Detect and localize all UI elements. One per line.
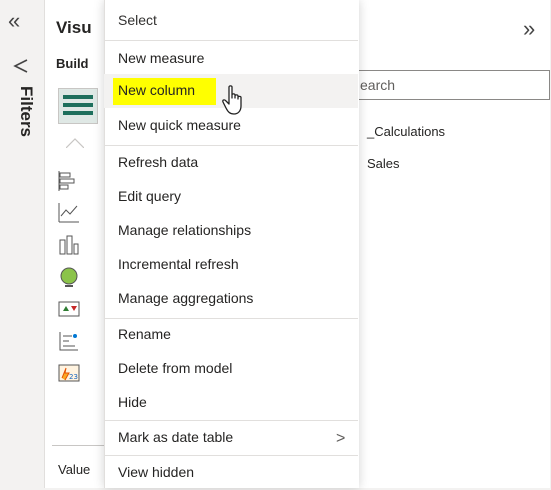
chevron-right-icon: >	[336, 430, 346, 447]
ribbon-chart-icon[interactable]	[56, 232, 82, 258]
line-chart-icon[interactable]	[56, 200, 82, 226]
search-placeholder: earch	[360, 77, 396, 93]
hand-cursor-icon	[222, 85, 242, 115]
menu-item-refresh-data[interactable]: Refresh data	[104, 146, 358, 180]
menu-item-mark-as-date-table[interactable]: Mark as date table	[104, 421, 358, 455]
filter-icon	[13, 59, 28, 73]
table-sales[interactable]: Sales	[367, 156, 400, 171]
menu-item-manage-relationships[interactable]: Manage relationships	[104, 214, 358, 248]
menu-item-delete-from-model[interactable]: Delete from model	[104, 352, 358, 386]
build-visual-label: Build	[56, 56, 89, 71]
build-visual-tile[interactable]	[58, 88, 98, 124]
collapse-filters-icon[interactable]: «	[8, 10, 20, 32]
menu-item-new-measure[interactable]: New measure	[104, 42, 358, 76]
values-well-label[interactable]: Value	[58, 462, 90, 477]
menu-item-manage-aggregations[interactable]: Manage aggregations	[104, 282, 358, 316]
power-apps-icon[interactable]: 23	[56, 360, 82, 386]
menu-item-incremental-refresh[interactable]: Incremental refresh	[104, 248, 358, 282]
expand-pane-icon[interactable]: »	[523, 16, 535, 42]
table-calculations[interactable]: _Calculations	[367, 124, 445, 139]
menu-divider	[104, 40, 358, 41]
menu-item-edit-query[interactable]: Edit query	[104, 180, 358, 214]
menu-item-hide[interactable]: Hide	[104, 386, 358, 420]
filters-label[interactable]: Filters	[6, 86, 36, 166]
selected-indicator-icon	[66, 138, 84, 148]
menu-item-view-hidden[interactable]: View hidden	[104, 456, 358, 490]
kpi-icon[interactable]	[56, 296, 82, 322]
visualizations-title: Visu	[56, 18, 92, 37]
map-icon[interactable]	[56, 264, 82, 290]
stacked-bar-chart-icon[interactable]	[56, 168, 82, 194]
menu-item-rename[interactable]: Rename	[104, 318, 358, 352]
key-influencers-icon[interactable]	[56, 328, 82, 354]
svg-text:23: 23	[69, 373, 78, 381]
menu-header: Select	[118, 12, 157, 28]
fields-divider	[52, 445, 112, 446]
